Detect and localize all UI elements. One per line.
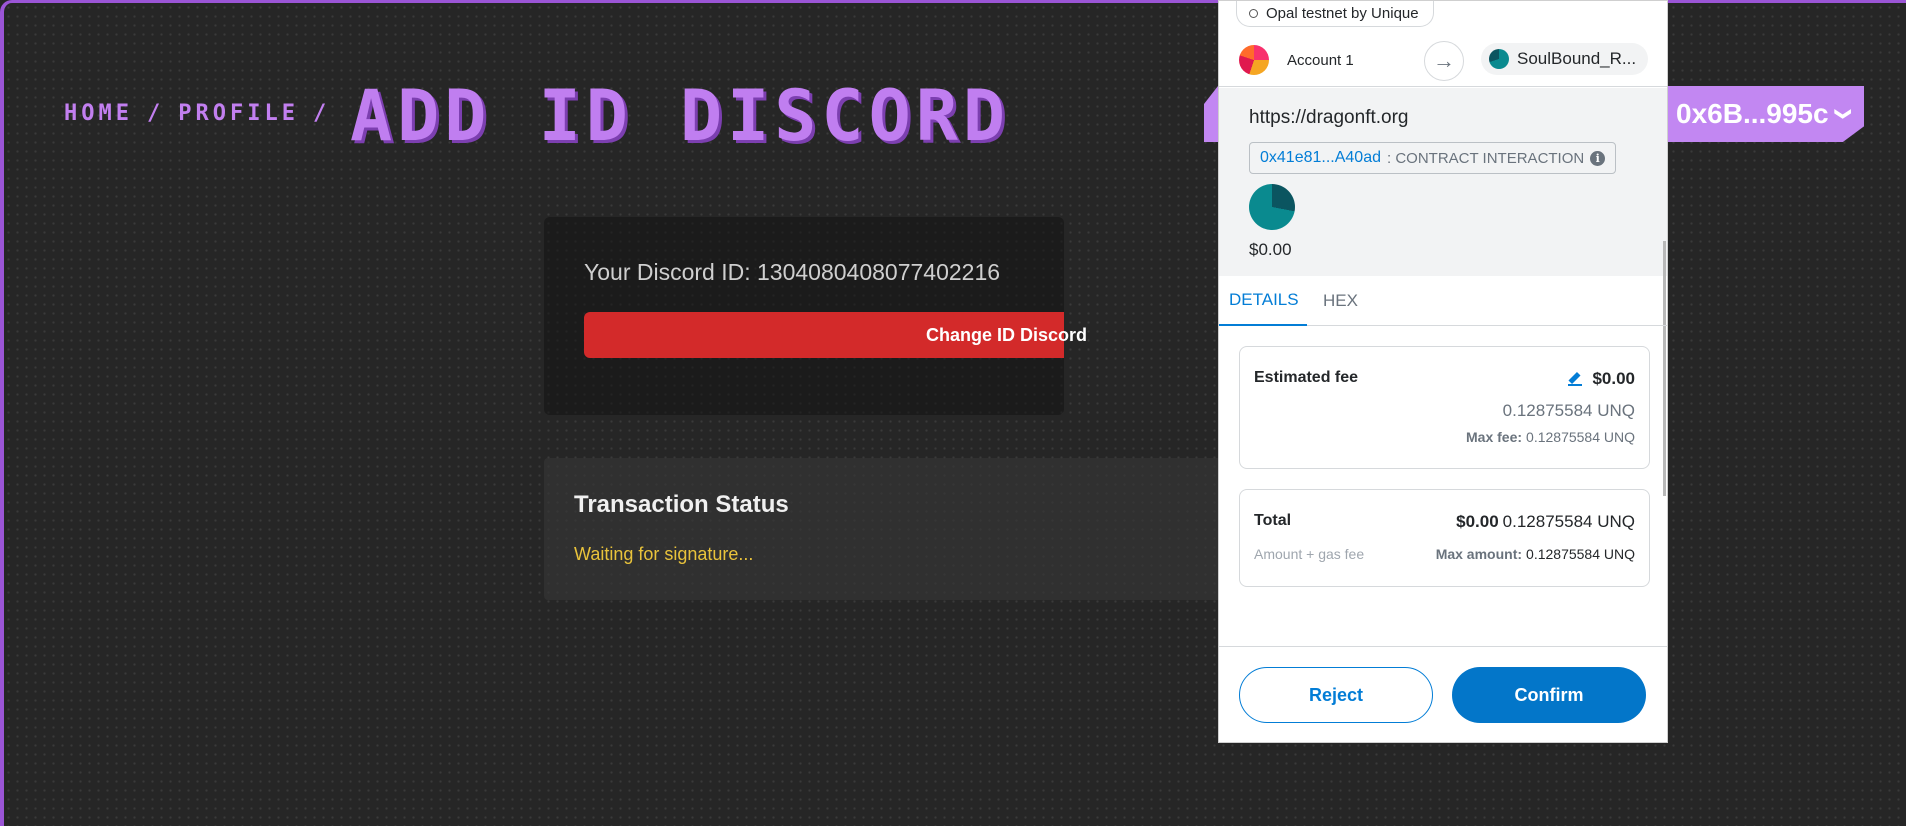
metamask-popup: Opal testnet by Unique Account 1 → SoulB… <box>1218 0 1668 743</box>
estimated-fee-box: Estimated fee $0.00 0.12875584 UNQ Max f… <box>1239 346 1650 469</box>
tab-hex[interactable]: HEX <box>1313 276 1368 326</box>
network-selector[interactable]: Opal testnet by Unique <box>1236 1 1434 27</box>
max-amount-value: 0.12875584 UNQ <box>1526 546 1635 562</box>
action-footer: Reject Confirm <box>1219 646 1667 742</box>
network-status-icon <box>1249 9 1258 18</box>
contract-address-link[interactable]: 0x41e81...A40ad <box>1260 149 1381 167</box>
max-fee-value: 0.12875584 UNQ <box>1526 429 1635 445</box>
contract-interaction-pill: 0x41e81...A40ad : CONTRACT INTERACTION i <box>1249 142 1617 174</box>
max-amount-row: Max amount: 0.12875584 UNQ <box>1436 546 1635 562</box>
wallet-address: 0x6B...995c <box>1676 98 1829 129</box>
network-name: Opal testnet by Unique <box>1266 5 1419 22</box>
origin-url: https://dragonft.org <box>1249 107 1409 128</box>
transaction-status-text: Waiting for signature... <box>574 544 754 564</box>
breadcrumb-profile[interactable]: PROFILE <box>178 101 299 126</box>
breadcrumb-home[interactable]: HOME <box>64 101 133 126</box>
token-avatar <box>1249 184 1295 230</box>
request-origin-section: https://dragonft.org 0x41e81...A40ad : C… <box>1219 88 1667 276</box>
estimated-fee-label: Estimated fee <box>1254 369 1359 386</box>
change-discord-button[interactable]: Change ID Discord <box>584 312 1087 358</box>
total-amount-row: $0.00 0.12875584 UNQ <box>1456 512 1635 532</box>
tab-details[interactable]: DETAILS <box>1219 276 1307 326</box>
from-account-avatar <box>1239 45 1269 75</box>
reject-button[interactable]: Reject <box>1239 667 1433 723</box>
detail-tabs: DETAILS HEX <box>1219 276 1667 326</box>
max-fee-label: Max fee: <box>1466 429 1523 445</box>
transaction-status-title: Transaction Status <box>574 491 789 518</box>
total-sublabel: Amount + gas fee <box>1254 546 1365 562</box>
arrow-right-icon: → <box>1424 41 1464 81</box>
page-title: ADD ID DISCORD <box>350 75 1011 157</box>
max-amount-label: Max amount: <box>1435 546 1523 562</box>
estimated-fee-usd-row: $0.00 <box>1568 369 1635 389</box>
info-icon[interactable]: i <box>1590 150 1606 166</box>
to-account-pill[interactable]: SoulBound_R... <box>1481 43 1649 75</box>
estimated-fee-usd: $0.00 <box>1592 369 1635 388</box>
to-account-name: SoulBound_R... <box>1517 49 1637 68</box>
confirm-button[interactable]: Confirm <box>1452 667 1646 723</box>
breadcrumb-separator: / <box>146 101 165 126</box>
estimated-fee-native: 0.12875584 UNQ <box>1502 401 1635 420</box>
account-bar: Account 1 → SoulBound_R... <box>1219 33 1667 87</box>
total-box: Total Amount + gas fee $0.00 0.12875584 U… <box>1239 489 1650 587</box>
from-account-name[interactable]: Account 1 <box>1287 52 1354 69</box>
total-usd: $0.00 <box>1456 512 1499 531</box>
to-account-avatar <box>1489 49 1509 69</box>
breadcrumb: HOME / PROFILE / <box>64 101 330 126</box>
total-label: Total <box>1254 512 1292 529</box>
total-native: 0.12875584 UNQ <box>1502 512 1635 531</box>
max-fee-row: Max fee: 0.12875584 UNQ <box>1466 429 1635 445</box>
token-value: $0.00 <box>1249 240 1292 259</box>
discord-card: Your Discord ID: 1304080408077402216 Cha… <box>544 217 1087 415</box>
edit-pencil-icon[interactable] <box>1568 372 1583 386</box>
transaction-status-card: Transaction Status Waiting for signature… <box>544 458 1224 600</box>
chevron-down-icon: ❯ <box>1834 107 1852 121</box>
contract-interaction-label: : CONTRACT INTERACTION <box>1387 149 1585 167</box>
breadcrumb-separator: / <box>312 101 331 126</box>
discord-id-text: Your Discord ID: 1304080408077402216 <box>584 259 1001 285</box>
